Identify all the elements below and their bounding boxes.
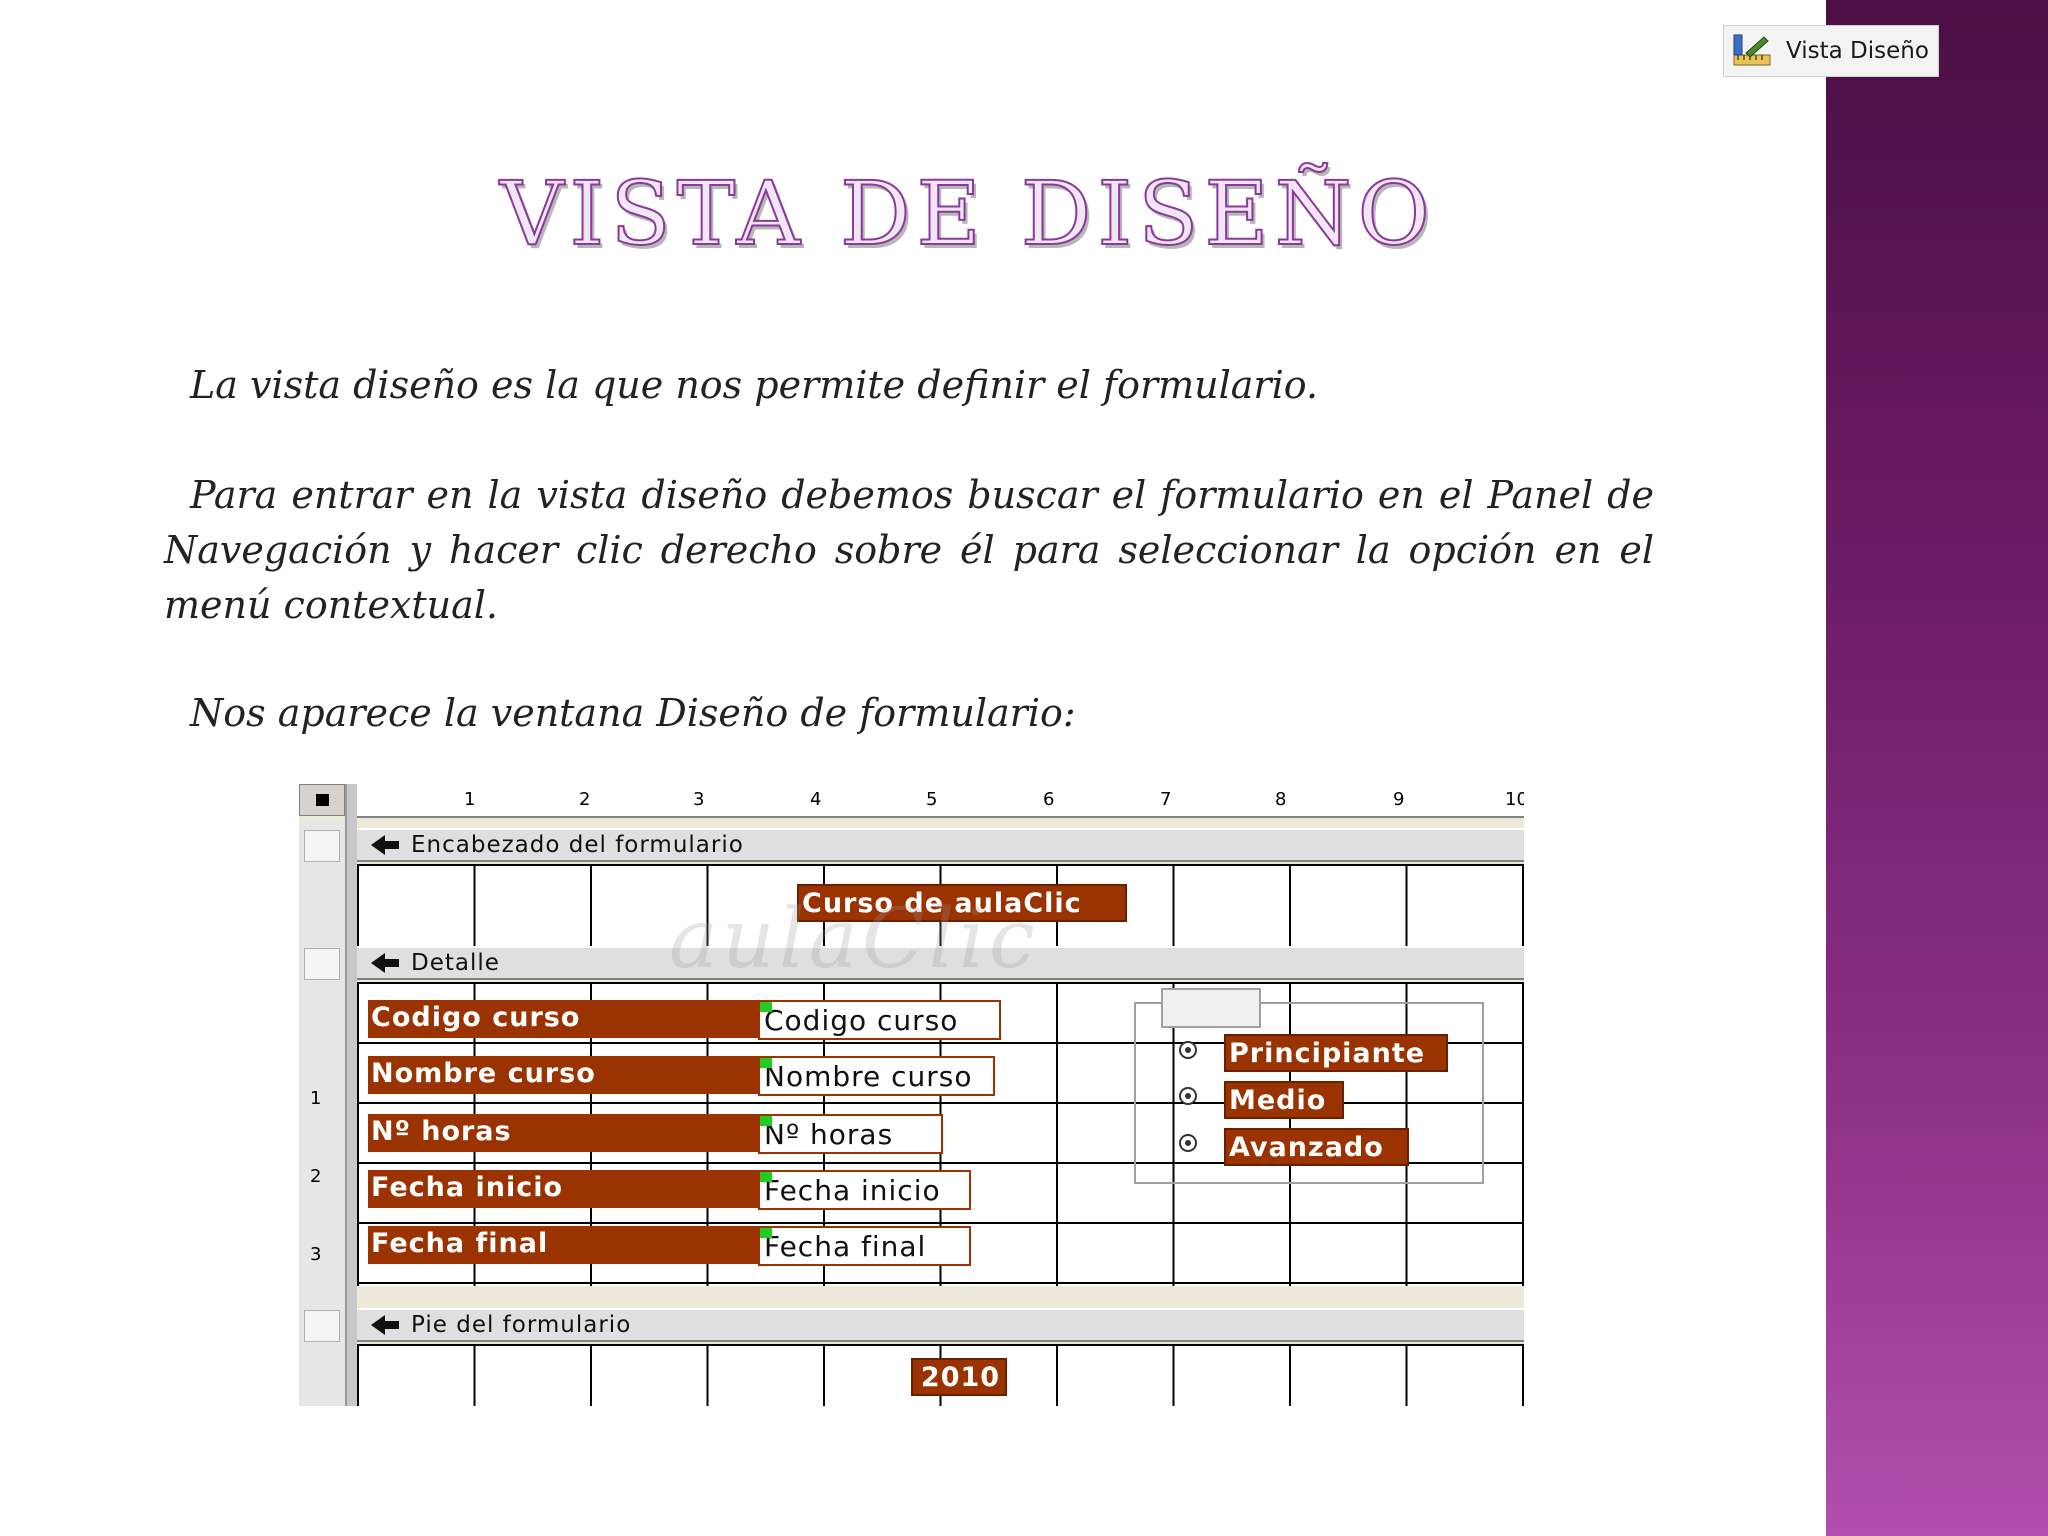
ruler-number: 4 bbox=[810, 789, 822, 810]
aulaclic-watermark: aulaClic bbox=[669, 892, 1039, 987]
section-selector-footer[interactable] bbox=[304, 1310, 340, 1342]
field-textbox[interactable]: Fecha final bbox=[758, 1226, 971, 1266]
select-form-button[interactable] bbox=[299, 784, 345, 816]
horizontal-ruler: 1 2 3 4 5 6 7 8 9 10 bbox=[355, 784, 1524, 818]
vruler-number: 3 bbox=[310, 1244, 322, 1265]
section-selector-detail[interactable] bbox=[304, 948, 340, 980]
arrow-left-icon bbox=[371, 953, 399, 973]
paragraph-1: La vista diseño es la que nos permite de… bbox=[190, 363, 1319, 407]
ruler-number: 10 bbox=[1505, 789, 1524, 810]
slide-title: VISTA DE DISEÑO bbox=[499, 161, 1436, 266]
ruler-separator bbox=[345, 784, 357, 1406]
field-label[interactable]: Codigo curso bbox=[368, 1000, 758, 1038]
footer-section-grid: 2010 bbox=[357, 1344, 1524, 1406]
ruler-number: 9 bbox=[1393, 789, 1405, 810]
radio-button-icon[interactable] bbox=[1175, 1039, 1203, 1061]
paragraph-2: Para entrar en la vista diseño debemos b… bbox=[164, 473, 1654, 627]
decorative-side-band bbox=[1826, 0, 2048, 1536]
vista-diseno-button[interactable]: Vista Diseño bbox=[1723, 25, 1939, 77]
field-textbox[interactable]: Codigo curso bbox=[758, 1000, 1001, 1040]
ruler-number: 5 bbox=[926, 789, 938, 810]
band-footer-label: Pie del formulario bbox=[411, 1312, 632, 1338]
band-footer[interactable]: Pie del formulario bbox=[357, 1308, 1524, 1342]
ruler-number: 1 bbox=[464, 789, 476, 810]
band-header[interactable]: Encabezado del formulario bbox=[357, 828, 1524, 862]
field-label[interactable]: Fecha inicio bbox=[368, 1170, 758, 1208]
paragraph-3: Nos aparece la ventana Diseño de formula… bbox=[190, 691, 1076, 735]
ruler-number: 6 bbox=[1043, 789, 1055, 810]
option-label-avanzado[interactable]: Avanzado bbox=[1224, 1128, 1409, 1166]
field-textbox[interactable]: Fecha inicio bbox=[758, 1170, 971, 1210]
option-group-caption[interactable] bbox=[1161, 988, 1261, 1028]
ruler-number: 8 bbox=[1275, 789, 1287, 810]
option-label-principiante[interactable]: Principiante bbox=[1224, 1034, 1448, 1072]
section-selector-header[interactable] bbox=[304, 830, 340, 862]
radio-button-icon[interactable] bbox=[1175, 1085, 1203, 1107]
footer-year-label[interactable]: 2010 bbox=[911, 1358, 1007, 1396]
option-label-medio[interactable]: Medio bbox=[1224, 1081, 1344, 1119]
field-label[interactable]: Nombre curso bbox=[368, 1056, 758, 1094]
field-label[interactable]: Nº horas bbox=[368, 1114, 758, 1152]
band-header-label: Encabezado del formulario bbox=[411, 832, 744, 858]
arrow-left-icon bbox=[371, 835, 399, 855]
vruler-number: 2 bbox=[310, 1166, 322, 1187]
ruler-number: 7 bbox=[1160, 789, 1172, 810]
form-designer-screenshot: 1 2 3 4 5 6 7 8 9 10 1 2 3 Encabezado de… bbox=[299, 784, 1524, 1406]
design-view-icon bbox=[1733, 34, 1771, 66]
field-textbox[interactable]: Nombre curso bbox=[758, 1056, 995, 1096]
arrow-left-icon bbox=[371, 1315, 399, 1335]
band-detail-label: Detalle bbox=[411, 950, 500, 976]
ruler-number: 3 bbox=[693, 789, 705, 810]
field-textbox[interactable]: Nº horas bbox=[758, 1114, 943, 1154]
vruler-number: 1 bbox=[310, 1088, 322, 1109]
slide: Vista Diseño VISTA DE DISEÑO La vista di… bbox=[0, 0, 2048, 1536]
vista-diseno-label: Vista Diseño bbox=[1786, 38, 1929, 64]
radio-button-icon[interactable] bbox=[1175, 1132, 1203, 1154]
ruler-number: 2 bbox=[579, 789, 591, 810]
field-label[interactable]: Fecha final bbox=[368, 1226, 758, 1264]
